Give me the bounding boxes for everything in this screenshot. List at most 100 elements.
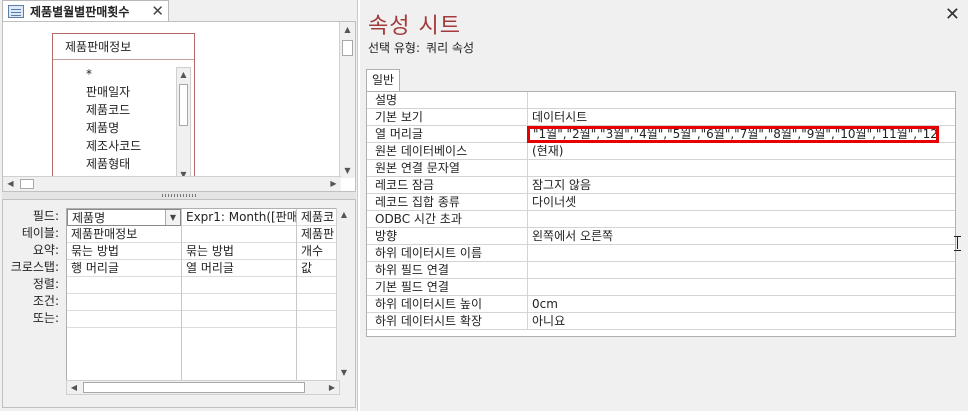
scroll-right-icon[interactable]: ▶ xyxy=(326,177,341,191)
field-list-scrollbar[interactable]: ▲ ▼ xyxy=(176,67,191,182)
grid-table-cell[interactable]: 제품판매정보 xyxy=(67,226,181,243)
design-grid-pane: 필드: 테이블: 요약: 크로스탭: 정렬: 조건: 또는: 제품명 ▼ 제품판… xyxy=(2,199,356,408)
grid-field-cell[interactable]: 제품코 xyxy=(297,209,339,226)
property-value[interactable] xyxy=(530,92,955,109)
close-icon[interactable]: ✕ xyxy=(945,4,960,25)
scroll-left-icon[interactable]: ◀ xyxy=(67,381,81,394)
property-value[interactable] xyxy=(530,279,955,296)
property-name: 하위 데이터시트 높이 xyxy=(375,296,528,313)
property-value[interactable]: (현재) xyxy=(530,143,955,160)
property-row[interactable]: 하위 데이터시트 높이 0cm xyxy=(367,296,955,313)
grid-total-cell[interactable]: 묶는 방법 xyxy=(67,243,181,260)
grid-field-value: 제품명 xyxy=(72,211,106,225)
design-grid-vscroll[interactable]: ▲ ▼ xyxy=(336,208,351,380)
property-value[interactable]: 다이너셋 xyxy=(530,194,955,211)
field-list-title[interactable]: 제품판매정보 xyxy=(53,34,194,60)
grid-crosstab-cell[interactable]: 값 xyxy=(297,260,339,277)
selection-type: 선택 유형: 쿼리 속성 xyxy=(368,39,474,56)
grid-crosstab-cell[interactable]: 열 머리글 xyxy=(182,260,296,277)
scroll-up-icon[interactable]: ▲ xyxy=(177,68,190,82)
property-row[interactable]: 원본 데이터베이스 (현재) xyxy=(367,143,955,160)
property-row[interactable]: 하위 데이터시트 이름 xyxy=(367,245,955,262)
property-value[interactable] xyxy=(530,211,955,228)
splitter-grip[interactable] xyxy=(162,194,198,197)
pane-splitter[interactable] xyxy=(2,192,356,199)
property-row[interactable]: 레코드 잠금 잠그지 않음 xyxy=(367,177,955,194)
scroll-thumb[interactable] xyxy=(179,84,188,126)
field-list-box[interactable]: 제품판매정보 * 판매일자 제품코드 제품명 제조사코드 제품형태 ▲ ▼ xyxy=(52,33,195,183)
grid-field-cell[interactable]: Expr1: Month([판매일 xyxy=(182,209,296,226)
grid-sort-cell[interactable] xyxy=(297,277,339,294)
table-pane-hscroll[interactable]: ◀ ▶ xyxy=(3,176,341,191)
field-list-item[interactable]: 제품코드 xyxy=(53,101,177,119)
property-value[interactable] xyxy=(530,262,955,279)
property-row[interactable]: 하위 필드 연결 xyxy=(367,262,955,279)
grid-sort-cell[interactable] xyxy=(182,277,296,294)
field-list-item[interactable]: 제조사코드 xyxy=(53,137,177,155)
property-row[interactable]: 레코드 집합 종류 다이너셋 xyxy=(367,194,955,211)
text-cursor-icon xyxy=(954,236,961,251)
grid-or-cell[interactable] xyxy=(67,311,181,328)
scroll-thumb[interactable] xyxy=(83,382,305,393)
selection-type-label: 선택 유형: xyxy=(368,41,421,55)
property-name: 설명 xyxy=(375,92,528,109)
scroll-up-icon[interactable]: ▲ xyxy=(337,208,351,222)
scroll-thumb[interactable] xyxy=(20,179,34,189)
grid-table-cell[interactable] xyxy=(182,226,296,243)
property-row[interactable]: 설명 xyxy=(367,92,955,109)
grid-criteria-cell[interactable] xyxy=(67,294,181,311)
design-grid-hscroll[interactable]: ◀ ▶ xyxy=(66,380,340,395)
grid-criteria-cell[interactable] xyxy=(182,294,296,311)
grid-column: Expr1: Month([판매일 묶는 방법 열 머리글 xyxy=(182,209,297,387)
query-tab[interactable]: 제품별월별판매횟수 ✕ xyxy=(2,0,169,21)
scroll-up-icon[interactable]: ▲ xyxy=(340,22,355,37)
table-pane-vscroll[interactable]: ▲ ▼ xyxy=(339,22,355,178)
property-value[interactable]: 잠그지 않음 xyxy=(530,177,955,194)
grid-table-cell[interactable]: 제품판 xyxy=(297,226,339,243)
property-row[interactable]: 원본 연결 문자열 xyxy=(367,160,955,177)
row-label-table: 테이블: xyxy=(21,226,59,240)
grid-sort-cell[interactable] xyxy=(67,277,181,294)
property-row[interactable]: 기본 보기 데이터시트 xyxy=(367,109,955,126)
property-value[interactable]: 데이터시트 xyxy=(530,109,955,126)
scroll-down-icon[interactable]: ▼ xyxy=(340,163,355,178)
field-list-item[interactable]: 판매일자 xyxy=(53,83,177,101)
scroll-down-icon[interactable]: ▼ xyxy=(337,366,351,380)
scroll-right-icon[interactable]: ▶ xyxy=(325,381,339,394)
property-row[interactable]: 기본 필드 연결 xyxy=(367,279,955,296)
property-value[interactable]: 왼쪽에서 오른쪽 xyxy=(530,228,955,245)
selection-type-value: 쿼리 속성 xyxy=(426,41,475,55)
design-grid: 제품명 ▼ 제품판매정보 묶는 방법 행 머리글 Expr1: Month([판… xyxy=(66,208,340,388)
property-value[interactable] xyxy=(530,160,955,177)
field-list-item[interactable]: 제품형태 xyxy=(53,155,177,173)
row-label-crosstab: 크로스탭: xyxy=(10,260,59,274)
close-icon[interactable]: ✕ xyxy=(151,3,164,19)
property-value[interactable]: 0cm xyxy=(530,296,955,313)
field-list-item[interactable]: * xyxy=(53,65,177,83)
property-name: 하위 필드 연결 xyxy=(375,262,528,279)
grid-criteria-cell[interactable] xyxy=(297,294,339,311)
property-row[interactable]: 하위 데이터시트 확장 아니요 xyxy=(367,313,955,330)
grid-total-cell[interactable]: 개수 xyxy=(297,243,339,260)
property-name: ODBC 시간 초과 xyxy=(375,211,528,228)
grid-or-cell[interactable] xyxy=(182,311,296,328)
grid-field-cell[interactable]: 제품명 ▼ xyxy=(67,209,181,226)
scroll-left-icon[interactable]: ◀ xyxy=(3,177,18,191)
row-label-sort: 정렬: xyxy=(32,277,59,291)
property-row-column-headings[interactable]: 열 머리글 "1월","2월","3월","4월","5월","6월","7월"… xyxy=(367,126,955,143)
tab-general[interactable]: 일반 xyxy=(366,69,400,91)
chevron-down-icon[interactable]: ▼ xyxy=(165,210,180,225)
query-icon xyxy=(8,4,24,18)
property-row[interactable]: ODBC 시간 초과 xyxy=(367,211,955,228)
property-value[interactable] xyxy=(530,245,955,262)
property-row[interactable]: 방향 왼쪽에서 오른쪽 xyxy=(367,228,955,245)
grid-crosstab-cell[interactable]: 행 머리글 xyxy=(67,260,181,277)
field-list-item[interactable]: 제품명 xyxy=(53,119,177,137)
property-value[interactable]: 아니요 xyxy=(530,313,955,330)
row-label-or: 또는: xyxy=(32,311,59,325)
scroll-thumb[interactable] xyxy=(342,40,353,56)
property-table: 설명 기본 보기 데이터시트 열 머리글 "1월","2월","3월","4월"… xyxy=(366,91,956,337)
column-headings-input[interactable]: "1월","2월","3월","4월","5월","6월","7월","8월",… xyxy=(527,126,939,143)
grid-total-cell[interactable]: 묶는 방법 xyxy=(182,243,296,260)
grid-or-cell[interactable] xyxy=(297,311,339,328)
